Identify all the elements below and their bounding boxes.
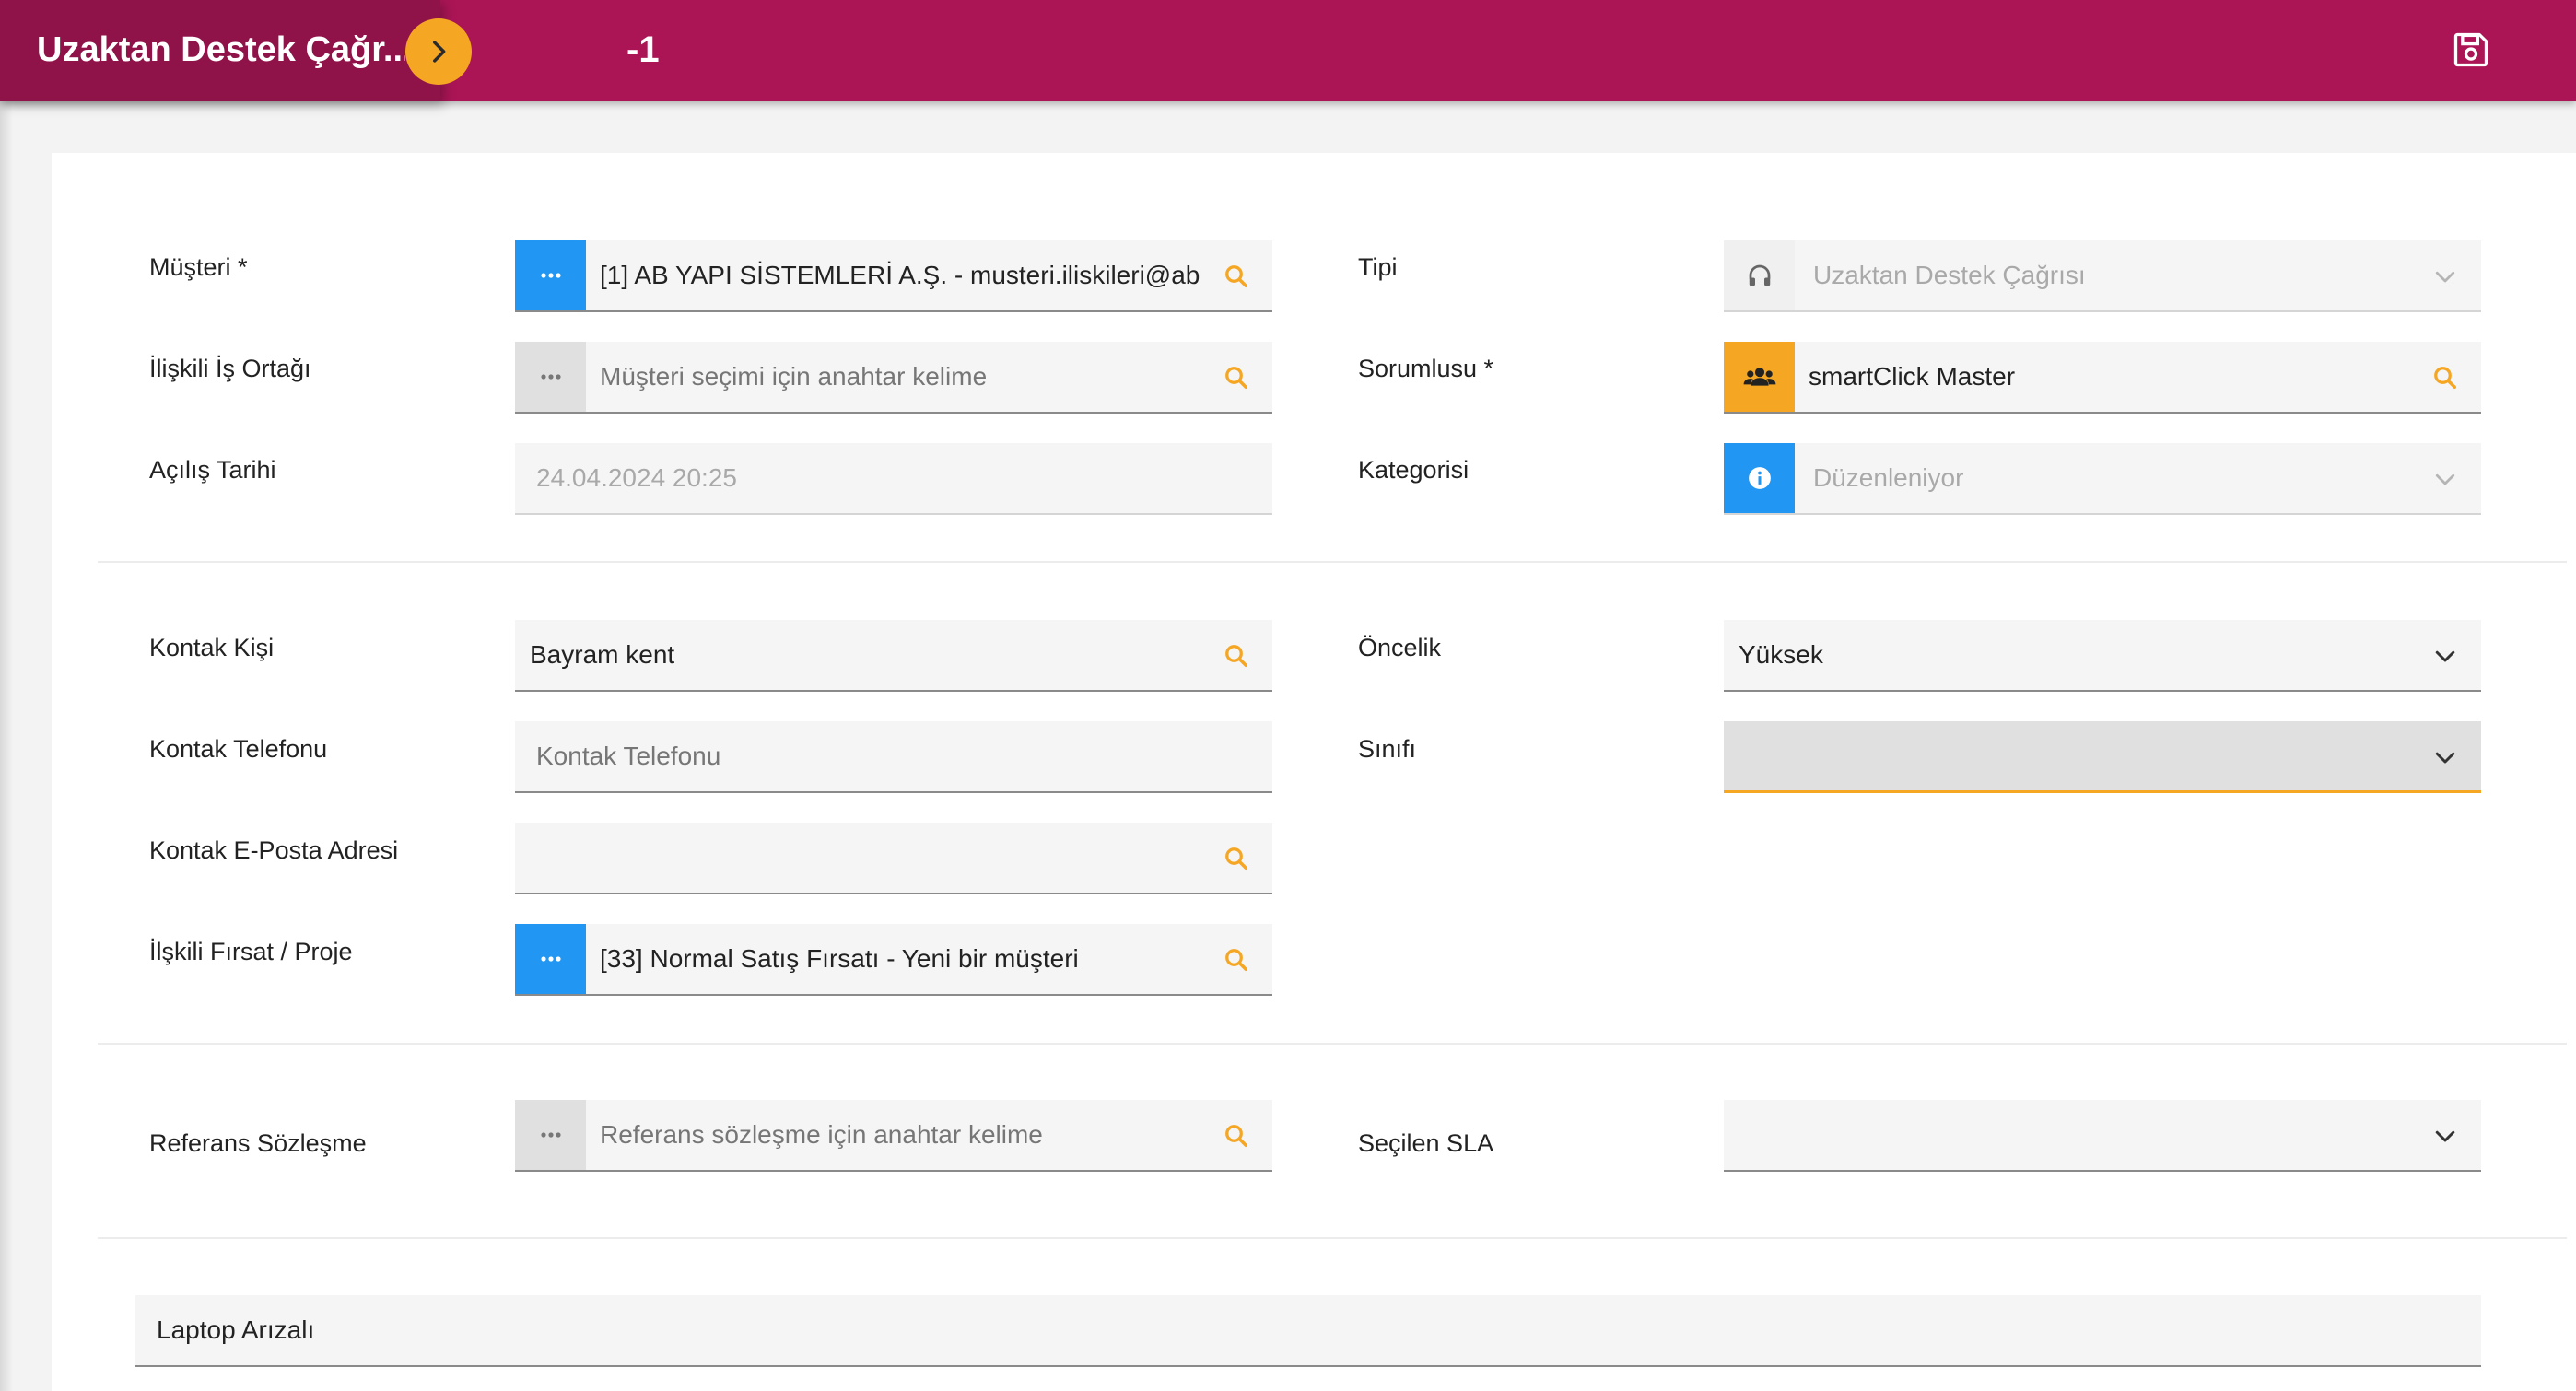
referans-sozlesme-label: Referans Sözleşme [149, 1129, 367, 1157]
kontak-telefonu-label: Kontak Telefonu [149, 735, 328, 763]
search-icon [1225, 645, 1247, 667]
save-icon [2453, 32, 2488, 67]
acilis-tarihi-label: Açılış Tarihi [149, 456, 276, 484]
form-card: Müşteri * [1] AB YAPI SİSTEMLERİ A.Ş. - … [52, 153, 2576, 1391]
tipi-value: Uzaktan Destek Çağrısı [1813, 261, 2086, 289]
tipi-label: Tipi [1358, 253, 1398, 281]
section-divider [98, 1043, 2567, 1045]
iliskili-firsat-more-button[interactable] [515, 924, 586, 994]
referans-sozlesme-field[interactable]: Referans sözleşme için anahtar kelime [515, 1100, 1272, 1172]
save-button[interactable] [2447, 26, 2495, 74]
iliskili-is-ortagi-field[interactable]: Müşteri seçimi için anahtar kelime [515, 342, 1272, 414]
search-icon [2434, 367, 2456, 389]
kontak-eposta-value [530, 823, 1175, 893]
oncelik-label: Öncelik [1358, 634, 1442, 661]
musteri-value: [1] AB YAPI SİSTEMLERİ A.Ş. - musteri.il… [600, 261, 1200, 289]
kontak-eposta-search-button[interactable] [1221, 843, 1252, 874]
kategorisi-value: Düzenleniyor [1813, 463, 1964, 492]
more-horiz-icon [540, 956, 561, 962]
musteri-field[interactable]: [1] AB YAPI SİSTEMLERİ A.Ş. - musteri.il… [515, 240, 1272, 312]
chevron-right-icon [433, 41, 446, 63]
iliskili-is-ortagi-search-button[interactable] [1221, 362, 1252, 393]
acilis-tarihi-field: 24.04.2024 20:25 [515, 443, 1272, 515]
search-icon [1225, 265, 1247, 287]
info-icon [1748, 467, 1771, 489]
app-header: Uzaktan Destek Çağr... -1 [0, 0, 2576, 101]
kontak-kisi-label: Kontak Kişi [149, 634, 275, 661]
kontak-kisi-value: Bayram kent [530, 640, 675, 669]
referans-sozlesme-more-button[interactable] [515, 1100, 586, 1170]
sorumlusu-search-button[interactable] [2430, 362, 2461, 393]
oncelik-value: Yüksek [1739, 640, 1823, 669]
acilis-tarihi-value: 24.04.2024 20:25 [536, 463, 737, 492]
kontak-telefonu-field[interactable]: Kontak Telefonu [515, 721, 1272, 793]
chevron-down-icon [2435, 650, 2455, 662]
chevron-down-icon [2435, 752, 2455, 764]
search-icon [1225, 949, 1247, 971]
section-divider [98, 561, 2567, 563]
kontak-eposta-field[interactable] [515, 823, 1272, 894]
sinifi-dropdown-arrow[interactable] [2430, 742, 2461, 773]
iliskili-firsat-search-button[interactable] [1221, 944, 1252, 976]
kontak-kisi-field[interactable]: Bayram kent [515, 620, 1272, 692]
kategorisi-label: Kategorisi [1358, 456, 1469, 484]
chevron-down-icon [2435, 1130, 2455, 1142]
oncelik-select[interactable]: Yüksek [1724, 620, 2481, 692]
sidebar-toggle-button[interactable] [405, 18, 472, 85]
iliskili-firsat-field[interactable]: [33] Normal Satış Fırsatı - Yeni bir müş… [515, 924, 1272, 996]
secilen-sla-value [1739, 1100, 2383, 1170]
sorumlusu-field[interactable]: smartClick Master [1724, 342, 2481, 414]
kontak-telefonu-placeholder: Kontak Telefonu [536, 742, 721, 770]
sorumlusu-value: smartClick Master [1809, 362, 2016, 391]
headset-icon [1749, 264, 1770, 286]
section-divider [98, 1237, 2567, 1239]
kategorisi-dropdown-arrow [2430, 463, 2461, 495]
secilen-sla-select[interactable] [1724, 1100, 2481, 1172]
people-icon [1743, 368, 1775, 386]
search-icon [1225, 367, 1247, 389]
referans-sozlesme-placeholder: Referans sözleşme için anahtar kelime [600, 1120, 1043, 1149]
sinifi-value [1739, 721, 2383, 791]
more-horiz-icon [540, 374, 561, 380]
musteri-label: Müşteri * [149, 253, 248, 281]
chevron-down-icon [2435, 271, 2455, 283]
konu-field[interactable]: Laptop Arızalı [135, 1295, 2481, 1367]
iliskili-is-ortagi-more-button[interactable] [515, 342, 586, 412]
sorumlusu-label: Sorumlusu * [1358, 355, 1494, 382]
iliskili-is-ortagi-label: İlişkili İş Ortağı [149, 355, 311, 382]
musteri-search-button[interactable] [1221, 261, 1252, 292]
konu-value: Laptop Arızalı [157, 1315, 315, 1344]
sorumlusu-prefix[interactable] [1724, 342, 1795, 412]
referans-sozlesme-search-button[interactable] [1221, 1120, 1252, 1151]
search-icon [1225, 847, 1247, 870]
secilen-sla-label: Seçilen SLA [1358, 1129, 1494, 1157]
more-horiz-icon [540, 1132, 561, 1138]
oncelik-dropdown-arrow[interactable] [2430, 640, 2461, 672]
tipi-prefix [1724, 240, 1795, 310]
more-horiz-icon [540, 273, 561, 278]
sinifi-label: Sınıfı [1358, 735, 1417, 763]
left-edge-shadow [0, 101, 13, 1391]
iliskili-firsat-value: [33] Normal Satış Fırsatı - Yeni bir müş… [600, 944, 1079, 973]
kategorisi-field: Düzenleniyor [1724, 443, 2481, 515]
kontak-eposta-label: Kontak E-Posta Adresi [149, 836, 399, 864]
page-title: Uzaktan Destek Çağr... [37, 30, 405, 69]
iliskili-is-ortagi-placeholder: Müşteri seçimi için anahtar kelime [600, 362, 988, 391]
kategorisi-prefix [1724, 443, 1795, 513]
kontak-kisi-search-button[interactable] [1221, 640, 1252, 672]
musteri-more-button[interactable] [515, 240, 586, 310]
sinifi-select[interactable] [1724, 721, 2481, 793]
tipi-field: Uzaktan Destek Çağrısı [1724, 240, 2481, 312]
search-icon [1225, 1125, 1247, 1147]
tipi-dropdown-arrow [2430, 261, 2461, 292]
secilen-sla-dropdown-arrow[interactable] [2430, 1120, 2461, 1151]
title-box: Uzaktan Destek Çağr... [0, 0, 440, 101]
iliskili-firsat-label: İlşkili Fırsat / Proje [149, 938, 353, 965]
record-id: -1 [626, 29, 660, 70]
chevron-down-icon [2435, 473, 2455, 485]
